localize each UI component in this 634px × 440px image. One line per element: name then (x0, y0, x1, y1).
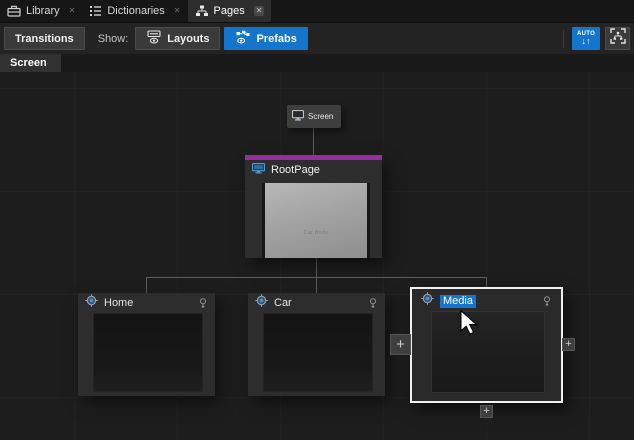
node-header: Car (248, 293, 385, 313)
add-page-button-below-media[interactable]: + (480, 405, 493, 418)
briefcase-icon (7, 5, 21, 17)
page-host-icon (252, 161, 265, 179)
add-page-button-between-car-media[interactable]: + (390, 334, 411, 355)
sitemap-icon (195, 5, 209, 17)
fit-graph-icon (610, 28, 626, 49)
mouse-cursor (460, 310, 478, 340)
preview-caption: Car Body (304, 230, 329, 236)
transitions-button[interactable]: Transitions (4, 27, 85, 50)
tab-label: Pages (214, 5, 245, 17)
connector-to-home (146, 277, 147, 293)
plus-icon: + (396, 337, 405, 352)
screen-tab-label: Screen (10, 57, 47, 69)
rootpage-preview-thumbnail: Car Body (262, 183, 370, 258)
node-home[interactable]: Home (78, 293, 215, 396)
tab-screen-view[interactable]: Screen (0, 54, 61, 72)
lightbulb-icon[interactable] (543, 296, 551, 307)
lightbulb-icon[interactable] (199, 298, 207, 309)
show-label: Show: (98, 33, 129, 45)
prefabs-label: Prefabs (256, 33, 296, 45)
node-label: Media (440, 295, 476, 308)
page-preview-thumbnail (93, 313, 203, 392)
plus-icon: + (483, 406, 489, 417)
connector-rootpage-down (316, 258, 317, 277)
page-preview-thumbnail (431, 311, 545, 393)
pages-toolbar: Transitions Show: Layouts Prefabs AUTO ↓… (0, 22, 634, 54)
toolbar-separator (563, 30, 564, 48)
page-icon (421, 292, 434, 310)
add-page-button-right-of-media[interactable]: + (562, 338, 575, 351)
node-media-selection-border: Media (410, 287, 563, 403)
layouts-label: Layouts (167, 33, 209, 45)
tab-pages[interactable]: Pages ✕ (188, 0, 272, 22)
list-icon (89, 5, 102, 17)
close-icon[interactable]: ✕ (69, 7, 76, 15)
page-preview-thumbnail (263, 313, 373, 392)
view-tab-bar: Screen (0, 54, 634, 72)
tab-label: Dictionaries (107, 5, 164, 17)
node-label: RootPage (271, 165, 320, 176)
node-label: Home (104, 298, 133, 309)
pages-graph-canvas[interactable]: Screen RootPage Car Body Home (0, 72, 634, 440)
fit-to-view-button[interactable] (605, 27, 630, 50)
layouts-eye-icon (146, 30, 162, 47)
auto-arrange-button[interactable]: AUTO ↓↑ (572, 27, 600, 50)
tab-label: Library (26, 5, 60, 17)
page-icon (85, 294, 98, 312)
node-label: Car (274, 298, 292, 309)
auto-arrows-icon: ↓↑ (582, 37, 591, 46)
plus-icon: + (565, 339, 571, 350)
node-screen[interactable]: Screen (287, 105, 341, 128)
node-header: RootPage (245, 160, 382, 180)
prefabs-eye-icon (235, 30, 251, 47)
tab-library[interactable]: Library ✕ (0, 0, 82, 22)
document-tab-bar: Library ✕ Dictionaries ✕ Pages ✕ (0, 0, 634, 22)
node-label: Screen (308, 112, 333, 121)
tab-dictionaries[interactable]: Dictionaries ✕ (82, 0, 187, 22)
node-header: Home (78, 293, 215, 313)
pages-editor-window: Library ✕ Dictionaries ✕ Pages ✕ Transit… (0, 0, 634, 440)
node-header: Media (414, 291, 559, 311)
connector-to-media (486, 277, 487, 287)
connector-to-car (316, 277, 317, 293)
close-icon[interactable]: ✕ (174, 7, 181, 15)
monitor-icon (292, 110, 304, 123)
lightbulb-icon[interactable] (369, 298, 377, 309)
node-car[interactable]: Car (248, 293, 385, 396)
close-icon[interactable]: ✕ (254, 6, 265, 16)
layouts-toggle-button[interactable]: Layouts (135, 27, 220, 50)
node-media[interactable]: Media (414, 291, 559, 399)
transitions-label: Transitions (15, 33, 74, 45)
page-icon (255, 294, 268, 312)
node-rootpage[interactable]: RootPage Car Body (245, 155, 382, 258)
connector-screen-to-rootpage (313, 127, 314, 155)
prefabs-toggle-button[interactable]: Prefabs (224, 27, 307, 50)
